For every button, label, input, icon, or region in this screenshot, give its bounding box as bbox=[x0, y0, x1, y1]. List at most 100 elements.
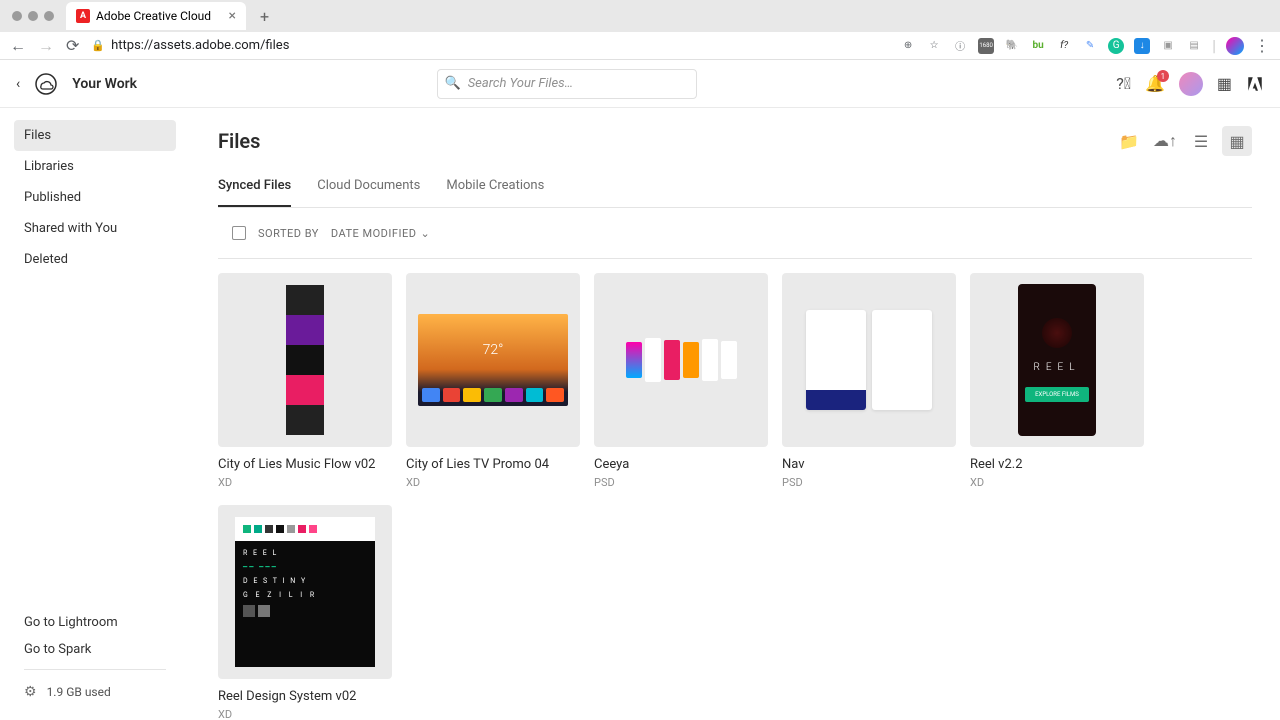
sidebar: Files Libraries Published Shared with Yo… bbox=[0, 108, 190, 720]
evernote-icon[interactable]: 🐘 bbox=[1004, 38, 1020, 54]
sort-row: SORTED BY DATE MODIFIED ⌄ bbox=[218, 208, 1252, 259]
notifications-icon[interactable]: 🔔1 bbox=[1145, 74, 1165, 93]
file-type: XD bbox=[218, 708, 392, 720]
apps-grid-icon[interactable]: ▦ bbox=[1217, 74, 1232, 93]
extension-2-icon[interactable]: bu bbox=[1030, 38, 1046, 54]
window-controls[interactable] bbox=[8, 11, 58, 21]
tab-mobile-creations[interactable]: Mobile Creations bbox=[446, 170, 544, 207]
sort-label: SORTED BY bbox=[258, 227, 319, 240]
content-header: Files 📁 ☁︎↑ ☰ ▦ bbox=[218, 126, 1252, 156]
zoom-icon[interactable]: ⊕ bbox=[900, 38, 916, 54]
sidebar-item-libraries[interactable]: Libraries bbox=[14, 151, 176, 182]
back-chevron-icon[interactable]: ‹ bbox=[16, 76, 20, 92]
file-thumbnail: R E E L━━ ━━━D E S T I N YG E Z I L I R bbox=[218, 505, 392, 679]
file-card[interactable]: R E E L━━ ━━━D E S T I N YG E Z I L I R … bbox=[218, 505, 392, 720]
info-icon[interactable]: ⓘ bbox=[952, 38, 968, 54]
sort-value-text: DATE MODIFIED bbox=[331, 227, 417, 240]
forward-button[interactable]: → bbox=[38, 36, 54, 56]
sidebar-link-lightroom[interactable]: Go to Lightroom bbox=[14, 609, 176, 636]
user-avatar[interactable] bbox=[1179, 72, 1203, 96]
file-thumbnail bbox=[594, 273, 768, 447]
url-input[interactable]: 🔒 https://assets.adobe.com/files bbox=[91, 38, 888, 53]
sidebar-label: Published bbox=[24, 190, 81, 205]
adobe-logo-icon[interactable] bbox=[1246, 75, 1264, 93]
maximize-window-icon[interactable] bbox=[44, 11, 54, 21]
file-type: XD bbox=[218, 476, 392, 489]
list-view-icon[interactable]: ☰ bbox=[1186, 126, 1216, 156]
folder-icon[interactable]: 📁 bbox=[1114, 126, 1144, 156]
browser-chrome: A Adobe Creative Cloud × + ← → ⟳ 🔒 https… bbox=[0, 0, 1280, 60]
storage-info[interactable]: ⚙ 1.9 GB used bbox=[14, 676, 176, 708]
file-name: Ceeya bbox=[594, 457, 768, 472]
tab-cloud-documents[interactable]: Cloud Documents bbox=[317, 170, 420, 207]
extension-6-icon[interactable]: ▣ bbox=[1160, 38, 1176, 54]
sort-dropdown[interactable]: DATE MODIFIED ⌄ bbox=[331, 227, 430, 240]
adobe-favicon-icon: A bbox=[76, 9, 90, 23]
files-grid: City of Lies Music Flow v02 XD City of L… bbox=[218, 273, 1252, 720]
file-type: PSD bbox=[594, 476, 768, 489]
grid-view-icon[interactable]: ▦ bbox=[1222, 126, 1252, 156]
file-card[interactable]: City of Lies Music Flow v02 XD bbox=[218, 273, 392, 489]
extension-5-icon[interactable]: ↓ bbox=[1134, 38, 1150, 54]
content-tabs: Synced Files Cloud Documents Mobile Crea… bbox=[218, 170, 1252, 208]
new-tab-button[interactable]: + bbox=[254, 7, 275, 26]
profile-avatar-icon[interactable] bbox=[1226, 37, 1244, 55]
extension-7-icon[interactable]: ▤ bbox=[1186, 38, 1202, 54]
address-bar: ← → ⟳ 🔒 https://assets.adobe.com/files ⊕… bbox=[0, 32, 1280, 60]
tab-label: Synced Files bbox=[218, 178, 291, 193]
reload-button[interactable]: ⟳ bbox=[66, 36, 79, 55]
file-card[interactable]: City of Lies TV Promo 04 XD bbox=[406, 273, 580, 489]
sidebar-item-shared[interactable]: Shared with You bbox=[14, 213, 176, 244]
extension-icons: ⊕ ☆ ⓘ 1680 🐘 bu f? ✎ G ↓ ▣ ▤ | ⋮ bbox=[900, 36, 1270, 55]
link-label: Go to Spark bbox=[24, 642, 91, 657]
notification-badge: 1 bbox=[1157, 70, 1169, 82]
tab-synced-files[interactable]: Synced Files bbox=[218, 170, 291, 207]
divider bbox=[24, 669, 166, 670]
minimize-window-icon[interactable] bbox=[28, 11, 38, 21]
url-text: https://assets.adobe.com/files bbox=[111, 38, 289, 53]
search-icon: 🔍 bbox=[445, 76, 461, 91]
file-card[interactable]: Nav PSD bbox=[782, 273, 956, 489]
close-window-icon[interactable] bbox=[12, 11, 22, 21]
select-all-checkbox[interactable] bbox=[232, 226, 246, 240]
storage-text: 1.9 GB used bbox=[47, 685, 111, 699]
view-toolbar: 📁 ☁︎↑ ☰ ▦ bbox=[1114, 126, 1252, 156]
back-button[interactable]: ← bbox=[10, 36, 26, 56]
file-name: Reel v2.2 bbox=[970, 457, 1144, 472]
header-actions: ?⃝ 🔔1 ▦ bbox=[1116, 72, 1264, 96]
help-icon[interactable]: ?⃝ bbox=[1116, 74, 1131, 93]
content-area: Files 📁 ☁︎↑ ☰ ▦ Synced Files Cloud Docum… bbox=[190, 108, 1280, 720]
close-tab-icon[interactable]: × bbox=[229, 8, 236, 24]
sidebar-label: Libraries bbox=[24, 159, 74, 174]
extension-3-icon[interactable]: f? bbox=[1056, 38, 1072, 54]
sidebar-link-spark[interactable]: Go to Spark bbox=[14, 636, 176, 663]
file-name: City of Lies Music Flow v02 bbox=[218, 457, 392, 472]
file-name: Reel Design System v02 bbox=[218, 689, 392, 704]
star-icon[interactable]: ☆ bbox=[926, 38, 942, 54]
file-type: PSD bbox=[782, 476, 956, 489]
lock-icon: 🔒 bbox=[91, 39, 105, 52]
file-thumbnail bbox=[406, 273, 580, 447]
extension-4-icon[interactable]: ✎ bbox=[1082, 38, 1098, 54]
upload-icon[interactable]: ☁︎↑ bbox=[1150, 126, 1180, 156]
sidebar-item-files[interactable]: Files bbox=[14, 120, 176, 151]
chevron-down-icon: ⌄ bbox=[420, 227, 430, 240]
page-title: Files bbox=[218, 129, 260, 153]
browser-tab[interactable]: A Adobe Creative Cloud × bbox=[66, 2, 246, 30]
browser-menu-icon[interactable]: ⋮ bbox=[1254, 36, 1270, 55]
grammarly-icon[interactable]: G bbox=[1108, 38, 1124, 54]
sidebar-label: Shared with You bbox=[24, 221, 117, 236]
tab-title: Adobe Creative Cloud bbox=[96, 9, 211, 23]
sidebar-item-published[interactable]: Published bbox=[14, 182, 176, 213]
file-card[interactable]: REELEXPLORE FILMS Reel v2.2 XD bbox=[970, 273, 1144, 489]
sidebar-item-deleted[interactable]: Deleted bbox=[14, 244, 176, 275]
extension-1-icon[interactable]: 1680 bbox=[978, 38, 994, 54]
sidebar-label: Files bbox=[24, 128, 51, 143]
search-input[interactable] bbox=[437, 69, 697, 99]
file-card[interactable]: Ceeya PSD bbox=[594, 273, 768, 489]
creative-cloud-logo-icon bbox=[34, 72, 58, 96]
tab-label: Cloud Documents bbox=[317, 178, 420, 193]
browser-tab-bar: A Adobe Creative Cloud × + bbox=[0, 0, 1280, 32]
file-name: Nav bbox=[782, 457, 956, 472]
file-type: XD bbox=[406, 476, 580, 489]
